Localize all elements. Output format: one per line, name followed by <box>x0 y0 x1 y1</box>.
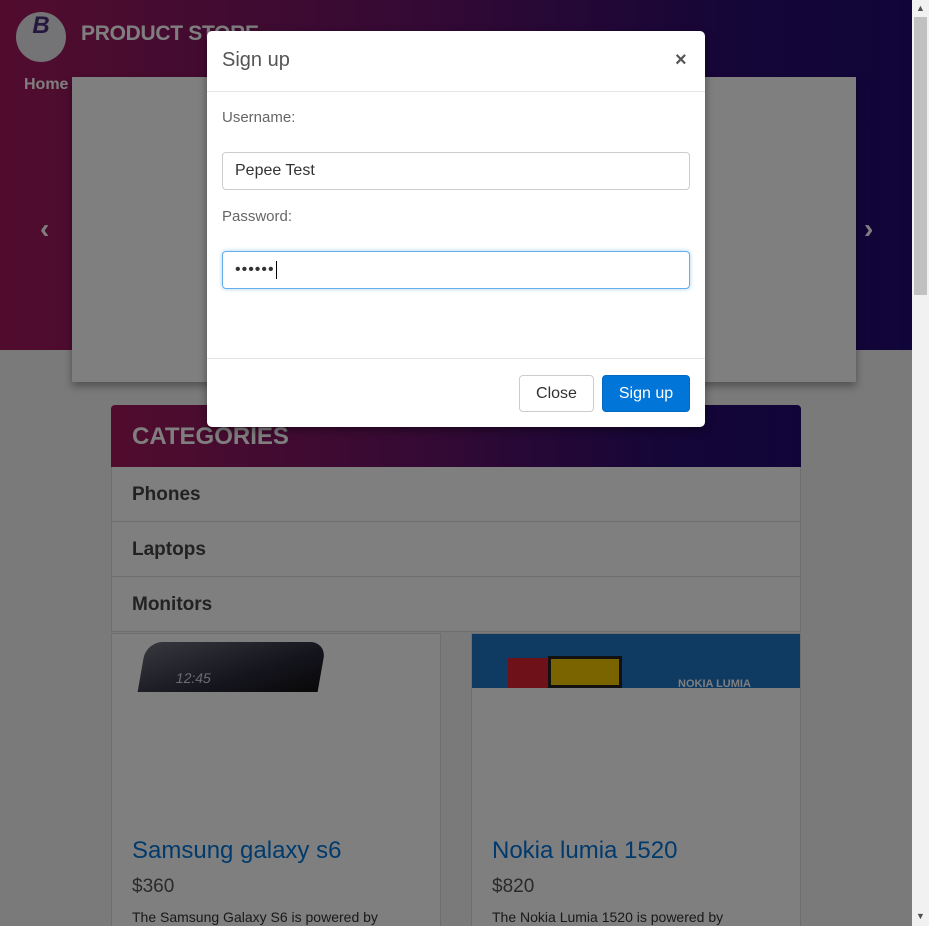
password-label: Password: <box>222 208 293 225</box>
signup-modal: Sign up × Username: Pepee Test Password:… <box>207 31 705 427</box>
username-input[interactable]: Pepee Test <box>222 152 690 190</box>
page-scrollbar[interactable]: ▲ ▼ <box>912 0 929 926</box>
close-button[interactable]: Close <box>519 375 594 412</box>
modal-footer: Close Sign up <box>207 358 705 427</box>
username-label: Username: <box>222 109 296 126</box>
text-caret <box>275 260 277 279</box>
close-icon[interactable]: × <box>675 49 687 72</box>
scroll-down-icon[interactable]: ▼ <box>916 911 925 921</box>
scroll-up-icon[interactable]: ▲ <box>916 3 925 13</box>
modal-title: Sign up <box>222 49 290 71</box>
scroll-thumb[interactable] <box>914 17 927 295</box>
signup-button[interactable]: Sign up <box>602 375 690 412</box>
password-input[interactable]: •••••• <box>222 251 690 289</box>
password-mask: •••••• <box>235 261 275 278</box>
modal-header: Sign up × <box>207 31 705 92</box>
